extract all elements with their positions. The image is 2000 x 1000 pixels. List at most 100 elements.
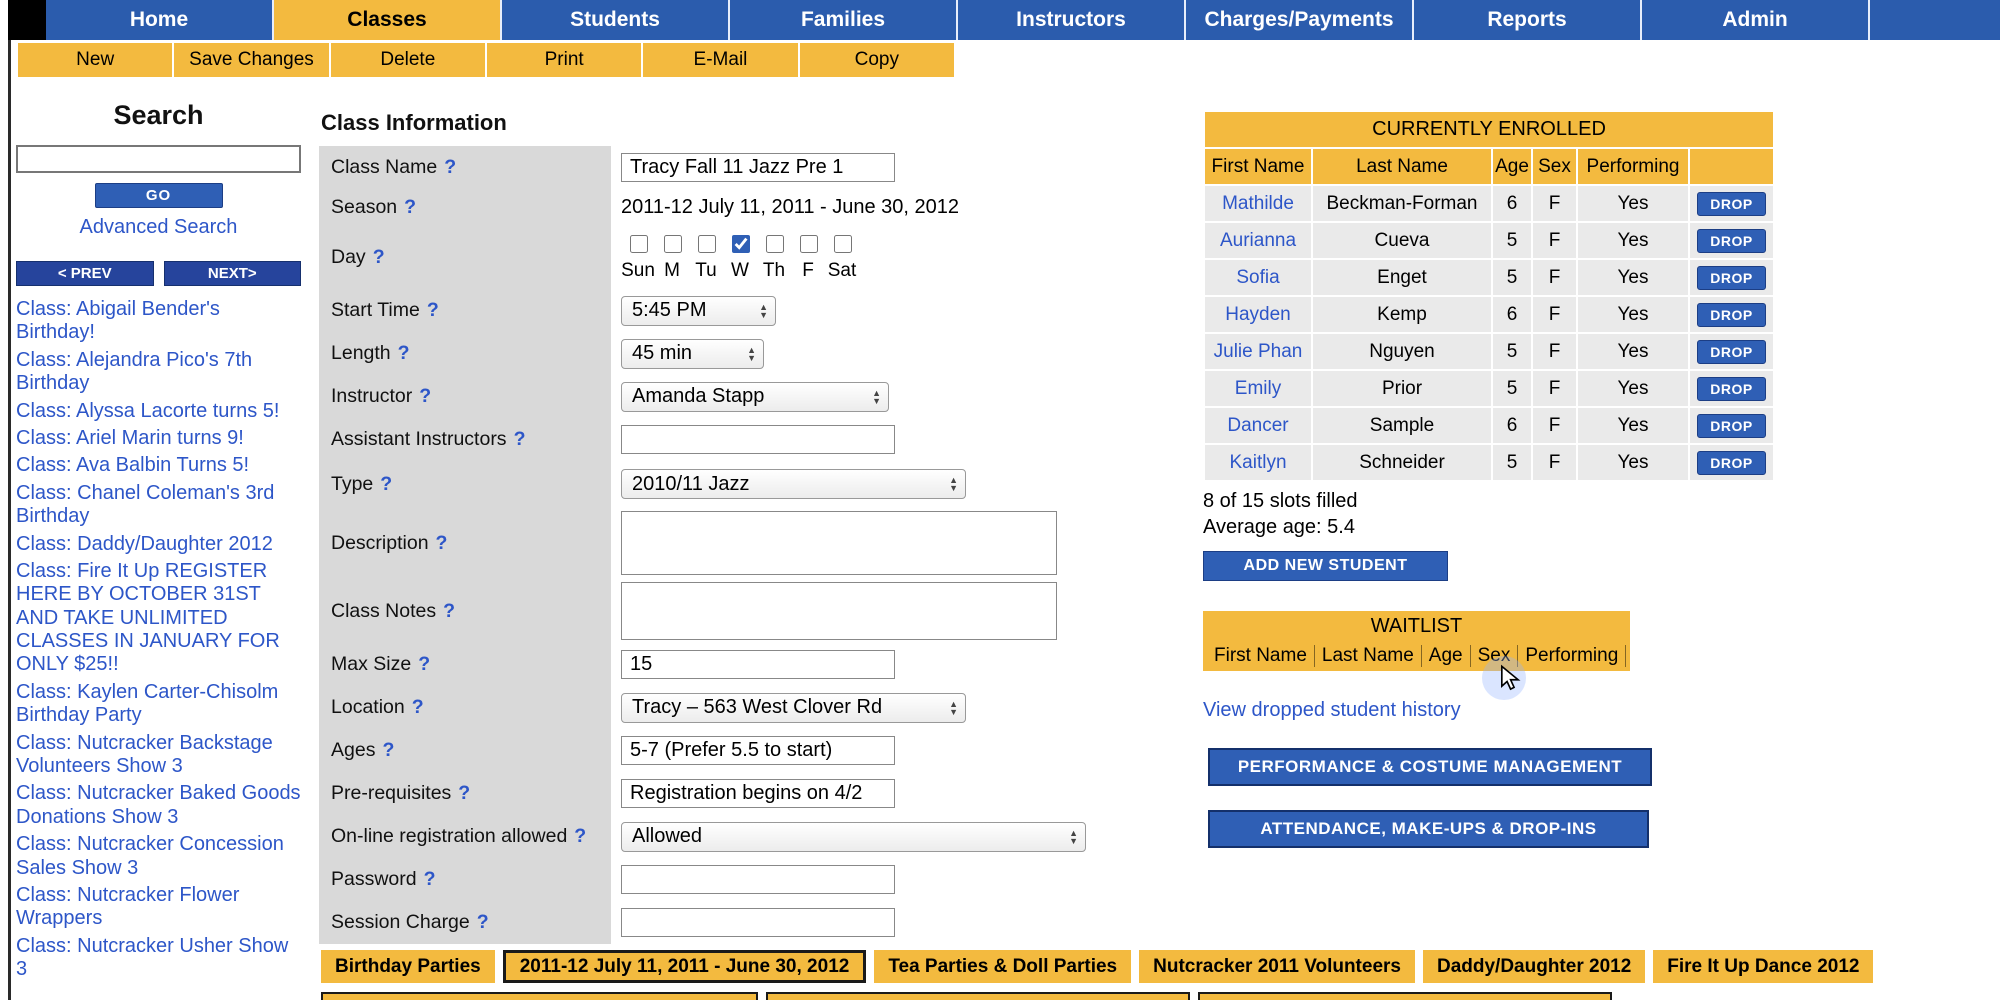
class-link[interactable]: Class: Nutcracker Usher Show 3 (16, 935, 301, 982)
help-icon[interactable]: ? (404, 196, 416, 218)
session-tab-nutcracker-volunteers[interactable]: Nutcracker 2011 Volunteers (1139, 950, 1415, 983)
class-link[interactable]: Class: Alejandra Pico's 7th Birthday (16, 349, 301, 396)
location-select[interactable]: Tracy – 563 West Clover Rd ▲▼ (621, 693, 966, 723)
class-link[interactable]: Class: Chanel Coleman's 3rd Birthday (16, 482, 301, 529)
nav-tab-home[interactable]: Home (46, 0, 274, 40)
toolbar-print-button[interactable]: Print (487, 43, 643, 77)
search-input[interactable] (16, 145, 301, 173)
toolbar-delete-button[interactable]: Delete (331, 43, 487, 77)
class-link[interactable]: Class: Ariel Marin turns 9! (16, 427, 301, 450)
day-checkbox-thu[interactable] (766, 235, 784, 253)
assistant-instructors-input[interactable] (621, 425, 895, 454)
add-new-student-button[interactable]: ADD NEW STUDENT (1203, 551, 1448, 581)
session-tab-fire-it-up[interactable]: Fire It Up Dance 2012 (1653, 950, 1873, 983)
student-first-name-link[interactable]: Dancer (1204, 407, 1312, 444)
session-tab-daddy-daughter[interactable]: Daddy/Daughter 2012 (1423, 950, 1645, 983)
help-icon[interactable]: ? (514, 428, 526, 450)
day-checkbox-wed[interactable] (732, 235, 750, 253)
drop-button[interactable]: DROP (1697, 377, 1765, 401)
online-registration-select[interactable]: Allowed ▲▼ (621, 822, 1086, 852)
nav-tab-reports[interactable]: Reports (1414, 0, 1642, 40)
student-first-name-link[interactable]: Kaitlyn (1204, 444, 1312, 481)
length-select[interactable]: 45 min ▲▼ (621, 339, 764, 369)
nav-tab-charges-payments[interactable]: Charges/Payments (1186, 0, 1414, 40)
go-button[interactable]: GO (95, 183, 223, 208)
day-checkbox-mon[interactable] (664, 235, 682, 253)
help-icon[interactable]: ? (418, 653, 430, 675)
prerequisites-input[interactable] (621, 779, 895, 808)
student-first-name-link[interactable]: Julie Phan (1204, 333, 1312, 370)
help-icon[interactable]: ? (424, 868, 436, 890)
drop-button[interactable]: DROP (1697, 303, 1765, 327)
view-dropped-history-link[interactable]: View dropped student history (1203, 699, 1461, 722)
class-link[interactable]: Class: Ava Balbin Turns 5! (16, 454, 301, 477)
day-checkbox-fri[interactable] (800, 235, 818, 253)
nav-tab-admin[interactable]: Admin (1642, 0, 1870, 40)
session-tab-2011-12[interactable]: 2011-12 July 11, 2011 - June 30, 2012 (503, 950, 867, 983)
student-first-name-link[interactable]: Aurianna (1204, 222, 1312, 259)
session-tab-birthday-parties[interactable]: Birthday Parties (321, 950, 495, 983)
performance-costume-button[interactable]: PERFORMANCE & COSTUME MANAGEMENT (1208, 748, 1652, 786)
session-tab-row2-partial[interactable] (1198, 992, 1612, 1000)
day-checkbox-sun[interactable] (630, 235, 648, 253)
toolbar-email-button[interactable]: E-Mail (643, 43, 799, 77)
help-icon[interactable]: ? (419, 385, 431, 407)
nav-tab-classes[interactable]: Classes (274, 0, 502, 40)
student-first-name-link[interactable]: Hayden (1204, 296, 1312, 333)
help-icon[interactable]: ? (436, 532, 448, 554)
instructor-select[interactable]: Amanda Stapp ▲▼ (621, 382, 889, 412)
next-button[interactable]: NEXT> (164, 261, 302, 286)
help-icon[interactable]: ? (373, 246, 385, 268)
class-link[interactable]: Class: Kaylen Carter-Chisolm Birthday Pa… (16, 681, 301, 728)
class-link[interactable]: Class: Abigail Bender's Birthday! (16, 298, 301, 345)
help-icon[interactable]: ? (427, 299, 439, 321)
drop-button[interactable]: DROP (1697, 340, 1765, 364)
help-icon[interactable]: ? (458, 782, 470, 804)
drop-button[interactable]: DROP (1697, 229, 1765, 253)
start-time-select[interactable]: 5:45 PM ▲▼ (621, 296, 776, 326)
toolbar-save-changes-button[interactable]: Save Changes (174, 43, 330, 77)
help-icon[interactable]: ? (380, 473, 392, 495)
session-charge-input[interactable] (621, 908, 895, 937)
prev-button[interactable]: < PREV (16, 261, 154, 286)
class-link[interactable]: Class: Nutcracker Baked Goods Donations … (16, 782, 301, 829)
class-link[interactable]: Class: Nutcracker Flower Wrappers (16, 884, 301, 931)
class-name-input[interactable] (621, 153, 895, 182)
session-tab-row2-partial[interactable] (766, 992, 1190, 1000)
student-first-name-link[interactable]: Sofia (1204, 259, 1312, 296)
student-first-name-link[interactable]: Mathilde (1204, 185, 1312, 222)
help-icon[interactable]: ? (444, 156, 456, 178)
nav-tab-instructors[interactable]: Instructors (958, 0, 1186, 40)
max-size-input[interactable] (621, 650, 895, 679)
class-notes-textarea[interactable] (621, 582, 1057, 640)
class-link[interactable]: Class: Fire It Up REGISTER HERE BY OCTOB… (16, 560, 301, 677)
class-link[interactable]: Class: Nutcracker Backstage Volunteers S… (16, 732, 301, 779)
password-input[interactable] (621, 865, 895, 894)
session-tab-row2-partial[interactable] (321, 992, 758, 1000)
drop-button[interactable]: DROP (1697, 451, 1765, 475)
help-icon[interactable]: ? (398, 342, 410, 364)
nav-tab-students[interactable]: Students (502, 0, 730, 40)
session-tab-tea-parties[interactable]: Tea Parties & Doll Parties (874, 950, 1131, 983)
help-icon[interactable]: ? (477, 911, 489, 933)
advanced-search-link[interactable]: Advanced Search (16, 216, 301, 239)
day-checkbox-sat[interactable] (834, 235, 852, 253)
toolbar-new-button[interactable]: New (18, 43, 174, 77)
student-first-name-link[interactable]: Emily (1204, 370, 1312, 407)
attendance-makeups-button[interactable]: ATTENDANCE, MAKE-UPS & DROP-INS (1208, 810, 1649, 848)
help-icon[interactable]: ? (443, 600, 455, 622)
class-link[interactable]: Class: Alyssa Lacorte turns 5! (16, 400, 301, 423)
drop-button[interactable]: DROP (1697, 266, 1765, 290)
drop-button[interactable]: DROP (1697, 414, 1765, 438)
toolbar-copy-button[interactable]: Copy (800, 43, 954, 77)
help-icon[interactable]: ? (382, 739, 394, 761)
nav-tab-families[interactable]: Families (730, 0, 958, 40)
type-select[interactable]: 2010/11 Jazz ▲▼ (621, 469, 966, 499)
ages-input[interactable] (621, 736, 895, 765)
class-link[interactable]: Class: Nutcracker Concession Sales Show … (16, 833, 301, 880)
description-textarea[interactable] (621, 511, 1057, 575)
drop-button[interactable]: DROP (1697, 192, 1765, 216)
class-link[interactable]: Class: Daddy/Daughter 2012 (16, 533, 301, 556)
day-checkbox-tue[interactable] (698, 235, 716, 253)
help-icon[interactable]: ? (412, 696, 424, 718)
